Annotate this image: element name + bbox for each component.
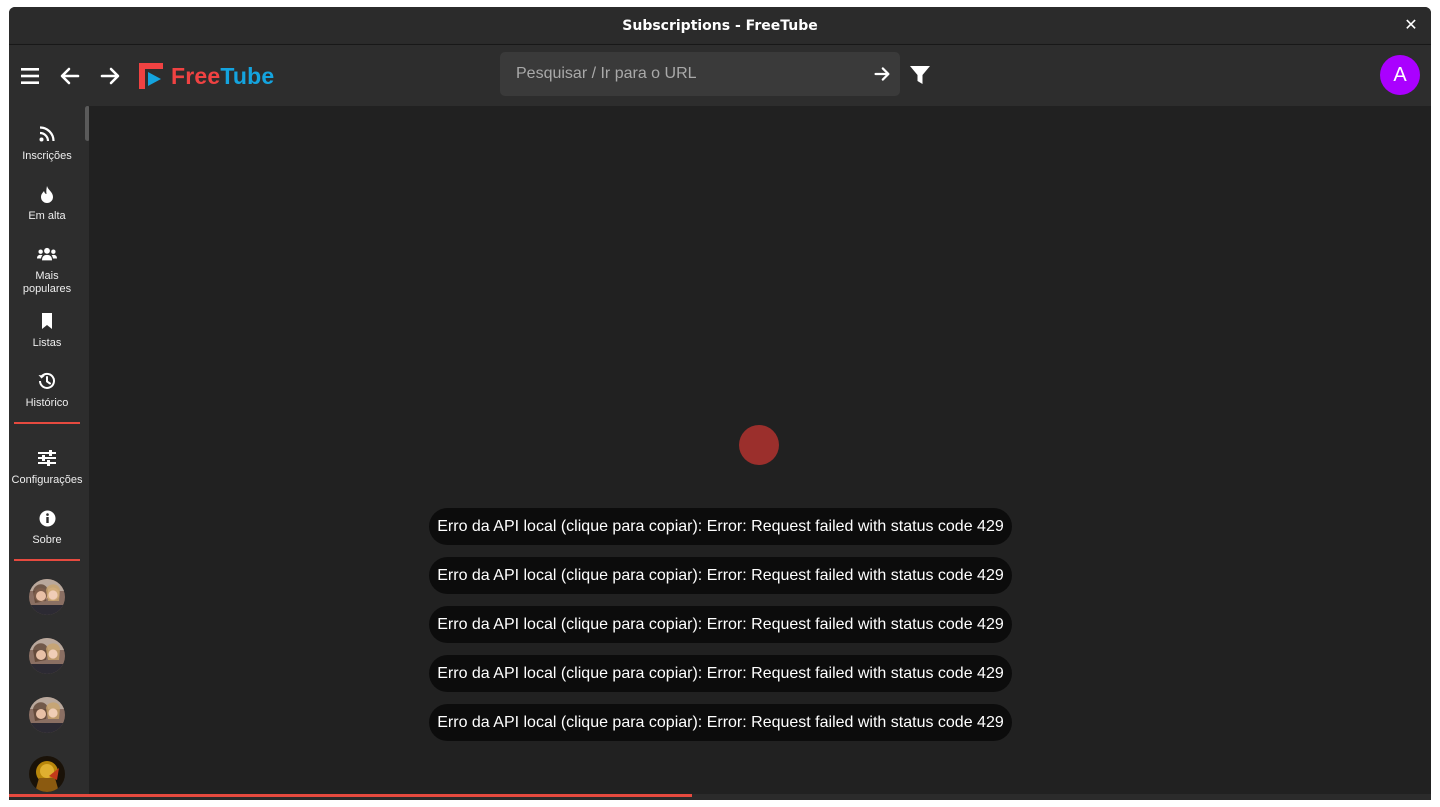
channel-avatar[interactable] — [29, 579, 65, 615]
error-toast[interactable]: Erro da API local (clique para copiar): … — [429, 557, 1012, 594]
users-icon — [37, 244, 57, 264]
error-toast[interactable]: Erro da API local (clique para copiar): … — [429, 704, 1012, 741]
top-nav: FreeTube A — [9, 45, 1431, 106]
sidebar-item-playlists[interactable]: Listas — [9, 311, 85, 350]
app-window: Subscriptions - FreeTube ✕ FreeTube Pesq… — [9, 7, 1431, 800]
sliders-icon — [37, 448, 57, 468]
sidebar: Inscrições Em alta Mais populares Listas… — [9, 106, 89, 800]
sidebar-item-popular[interactable]: Mais populares — [9, 244, 85, 296]
fire-icon — [37, 184, 57, 204]
info-icon — [37, 508, 57, 528]
channel-avatar[interactable] — [29, 697, 65, 733]
rss-icon — [37, 124, 57, 144]
filter-icon — [910, 66, 930, 84]
toast-stack: Erro da API local (clique para copiar): … — [429, 508, 1012, 753]
sidebar-item-history[interactable]: Histórico — [9, 371, 85, 410]
freetube-logo[interactable]: FreeTube — [139, 62, 274, 90]
sidebar-item-label: Histórico — [25, 397, 69, 409]
sidebar-item-label: Em alta — [28, 210, 66, 222]
sidebar-item-subscriptions[interactable]: Inscrições — [9, 124, 85, 163]
loading-progress-bar — [9, 794, 1431, 800]
search-input[interactable] — [500, 52, 860, 96]
menu-button[interactable] — [14, 60, 46, 92]
main-content: Erro da API local (clique para copiar): … — [89, 106, 1431, 800]
bookmark-icon — [37, 311, 57, 331]
sidebar-item-label: Mais populares — [22, 270, 72, 295]
forward-button[interactable] — [94, 60, 126, 92]
error-toast[interactable]: Erro da API local (clique para copiar): … — [429, 606, 1012, 643]
sidebar-item-label: Configurações — [11, 474, 83, 486]
error-toast[interactable]: Erro da API local (clique para copiar): … — [429, 508, 1012, 545]
sidebar-item-about[interactable]: Sobre — [9, 508, 85, 547]
logo-text-free: Free — [171, 62, 221, 89]
logo-text: FreeTube — [171, 63, 274, 90]
logo-text-tube: Tube — [220, 62, 275, 89]
window-title: Subscriptions - FreeTube — [622, 17, 818, 34]
history-icon — [37, 371, 57, 391]
freetube-logo-icon — [139, 63, 163, 89]
arrow-right-icon — [100, 67, 120, 85]
close-icon[interactable]: ✕ — [1401, 16, 1421, 36]
loading-spinner — [739, 425, 779, 465]
search-box — [500, 52, 900, 96]
sidebar-item-trending[interactable]: Em alta — [9, 184, 85, 223]
channel-avatar[interactable] — [29, 638, 65, 674]
menu-icon — [21, 68, 39, 84]
sidebar-item-label: Listas — [32, 337, 62, 349]
arrow-left-icon — [60, 67, 80, 85]
profile-avatar[interactable]: A — [1380, 55, 1420, 95]
search-go-button[interactable] — [870, 62, 894, 86]
sidebar-item-label: Inscrições — [22, 150, 72, 162]
back-button[interactable] — [54, 60, 86, 92]
sidebar-divider — [14, 422, 80, 424]
arrow-right-icon — [874, 67, 890, 81]
title-bar: Subscriptions - FreeTube ✕ — [9, 7, 1431, 45]
sidebar-item-label: Sobre — [32, 534, 62, 546]
loading-progress-fill — [9, 794, 692, 797]
sidebar-divider — [14, 559, 80, 561]
search-filter-button[interactable] — [907, 62, 933, 88]
channel-avatar[interactable] — [29, 756, 65, 792]
error-toast[interactable]: Erro da API local (clique para copiar): … — [429, 655, 1012, 692]
sidebar-item-settings[interactable]: Configurações — [9, 448, 85, 487]
